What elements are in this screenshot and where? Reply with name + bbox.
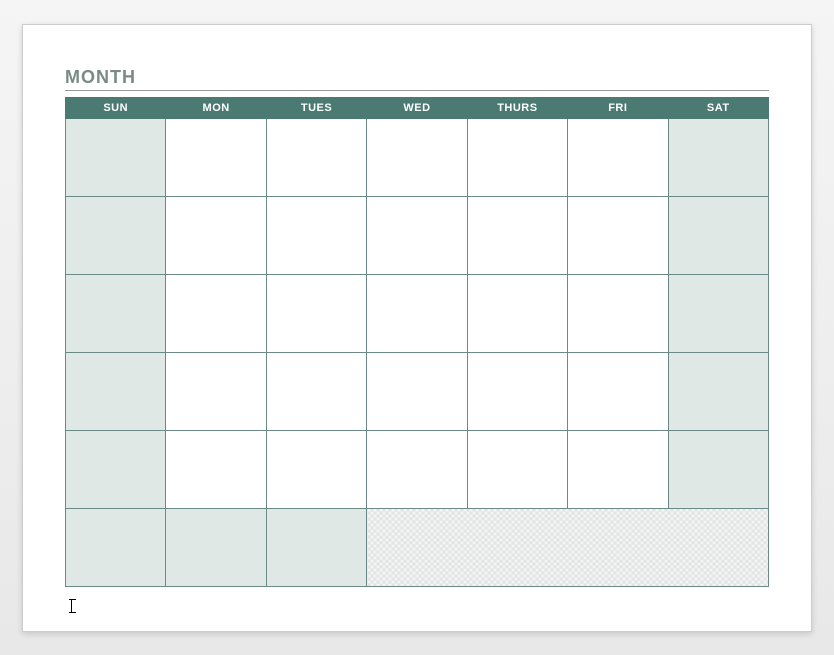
calendar-cell[interactable] xyxy=(266,274,366,352)
calendar-cell[interactable] xyxy=(367,352,467,430)
calendar-cell[interactable] xyxy=(266,196,366,274)
calendar-cell[interactable] xyxy=(668,430,768,508)
notes-area[interactable] xyxy=(367,508,769,586)
day-header-tues: TUES xyxy=(266,97,366,118)
day-header-thurs: THURS xyxy=(467,97,567,118)
calendar-cell[interactable] xyxy=(367,274,467,352)
calendar-cell[interactable] xyxy=(66,118,166,196)
calendar-cell[interactable] xyxy=(467,352,567,430)
calendar-cell[interactable] xyxy=(266,508,366,586)
calendar-cell[interactable] xyxy=(166,508,266,586)
calendar-cell[interactable] xyxy=(668,352,768,430)
calendar-cell[interactable] xyxy=(668,274,768,352)
calendar-row xyxy=(66,196,769,274)
calendar-cell[interactable] xyxy=(66,352,166,430)
calendar-grid: SUN MON TUES WED THURS FRI SAT xyxy=(65,97,769,587)
calendar-cell[interactable] xyxy=(166,274,266,352)
calendar-cell[interactable] xyxy=(367,196,467,274)
calendar-cell[interactable] xyxy=(66,430,166,508)
calendar-cell[interactable] xyxy=(668,196,768,274)
calendar-cell[interactable] xyxy=(166,196,266,274)
day-header-sun: SUN xyxy=(66,97,166,118)
day-header-wed: WED xyxy=(367,97,467,118)
calendar-row xyxy=(66,352,769,430)
calendar-cell[interactable] xyxy=(266,352,366,430)
calendar-cell[interactable] xyxy=(367,430,467,508)
calendar-row xyxy=(66,274,769,352)
calendar-cell[interactable] xyxy=(568,430,668,508)
text-cursor-icon xyxy=(71,599,72,613)
calendar-cell[interactable] xyxy=(568,118,668,196)
calendar-cell[interactable] xyxy=(266,118,366,196)
calendar-cell[interactable] xyxy=(66,274,166,352)
day-header-fri: FRI xyxy=(568,97,668,118)
calendar-cell[interactable] xyxy=(266,430,366,508)
calendar-row xyxy=(66,508,769,586)
calendar-cell[interactable] xyxy=(66,196,166,274)
document-page: MONTH SUN MON TUES WED THURS FRI SAT xyxy=(22,24,812,632)
calendar-row xyxy=(66,118,769,196)
calendar-body xyxy=(66,118,769,586)
calendar-cell[interactable] xyxy=(467,196,567,274)
calendar-cell[interactable] xyxy=(166,118,266,196)
calendar-cell[interactable] xyxy=(568,274,668,352)
calendar-cell[interactable] xyxy=(467,430,567,508)
calendar-cell[interactable] xyxy=(467,274,567,352)
month-title: MONTH xyxy=(65,67,769,88)
calendar-cell[interactable] xyxy=(467,118,567,196)
calendar-cell[interactable] xyxy=(568,352,668,430)
calendar-header-row: SUN MON TUES WED THURS FRI SAT xyxy=(66,97,769,118)
calendar-cell[interactable] xyxy=(568,196,668,274)
day-header-mon: MON xyxy=(166,97,266,118)
day-header-sat: SAT xyxy=(668,97,768,118)
calendar-cell[interactable] xyxy=(668,118,768,196)
calendar-cell[interactable] xyxy=(166,352,266,430)
calendar-cell[interactable] xyxy=(66,508,166,586)
calendar-row xyxy=(66,430,769,508)
calendar-cell[interactable] xyxy=(367,118,467,196)
calendar-cell[interactable] xyxy=(166,430,266,508)
title-underline xyxy=(65,90,769,91)
